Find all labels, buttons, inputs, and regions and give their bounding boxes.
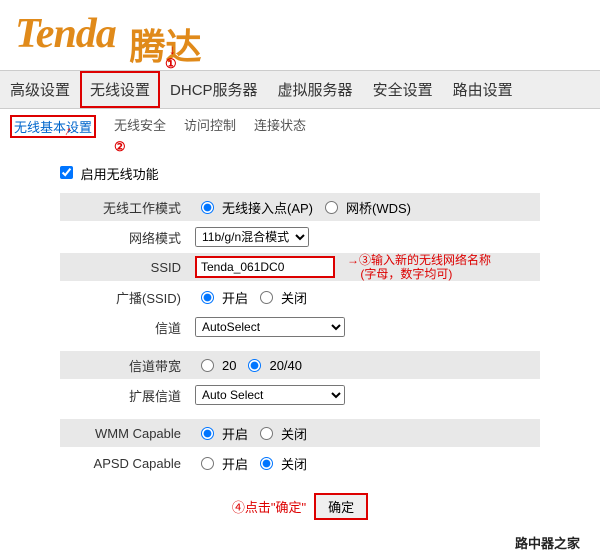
subtab-access[interactable]: 访问控制: [184, 115, 236, 138]
bottom-actions: ④点击"确定" 确定: [60, 493, 540, 520]
apsd-close-text: 关闭: [281, 454, 307, 473]
tab-security[interactable]: 安全设置: [363, 71, 443, 108]
bw-20-radio[interactable]: [201, 359, 214, 372]
main-nav: 高级设置 无线设置 DHCP服务器 虚拟服务器 安全设置 路由设置: [0, 70, 600, 109]
wmm-open-radio[interactable]: [201, 427, 214, 440]
bandwidth-label: 信道带宽: [60, 356, 195, 375]
work-mode-label: 无线工作模式: [60, 198, 195, 217]
annotation-3: →③输入新的无线网络名称 (字母，数字均可): [347, 253, 491, 281]
work-mode-ap-text: 无线接入点(AP): [222, 198, 313, 217]
bw-2040-text: 20/40: [269, 358, 302, 373]
broadcast-label: 广播(SSID): [60, 288, 195, 307]
ssid-label: SSID: [60, 260, 195, 275]
channel-label: 信道: [60, 318, 195, 337]
work-mode-wds-text: 网桥(WDS): [346, 198, 411, 217]
bw-20-text: 20: [222, 358, 236, 373]
tab-routing[interactable]: 路由设置: [443, 71, 523, 108]
content-panel: 启用无线功能 无线工作模式 无线接入点(AP) 网桥(WDS) 网络模式 11b…: [0, 144, 600, 530]
wmm-open-text: 开启: [222, 424, 248, 443]
tab-wireless[interactable]: 无线设置: [80, 71, 160, 108]
subtab-basic[interactable]: 无线基本设置: [10, 115, 96, 138]
subtab-status[interactable]: 连接状态: [254, 115, 306, 138]
tab-dhcp[interactable]: DHCP服务器: [160, 71, 268, 108]
net-mode-label: 网络模式: [60, 228, 195, 247]
annotation-4: ④点击"确定": [232, 497, 306, 516]
apsd-label: APSD Capable: [60, 456, 195, 471]
work-mode-ap-radio[interactable]: [201, 201, 214, 214]
net-mode-select[interactable]: 11b/g/n混合模式: [195, 227, 309, 247]
tab-advanced[interactable]: 高级设置: [0, 71, 80, 108]
work-mode-wds-radio[interactable]: [325, 201, 338, 214]
wmm-close-radio[interactable]: [260, 427, 273, 440]
footer-brand: 路中器之家: [515, 533, 580, 552]
ext-channel-select[interactable]: Auto Select: [195, 385, 345, 405]
enable-wireless-label: 启用无线功能: [81, 167, 159, 182]
tab-virtual[interactable]: 虚拟服务器: [268, 71, 363, 108]
apsd-open-radio[interactable]: [201, 457, 214, 470]
ok-button[interactable]: 确定: [314, 493, 368, 520]
logo-en: Tenda: [15, 11, 116, 57]
broadcast-open-text: 开启: [222, 288, 248, 307]
bw-2040-radio[interactable]: [248, 359, 261, 372]
broadcast-close-text: 关闭: [281, 288, 307, 307]
broadcast-close-radio[interactable]: [260, 291, 273, 304]
enable-wireless-row: 启用无线功能: [60, 164, 540, 183]
annotation-2: ②: [114, 139, 126, 155]
wmm-close-text: 关闭: [281, 424, 307, 443]
apsd-open-text: 开启: [222, 454, 248, 473]
logo-area: Tenda 腾达 ①: [0, 0, 600, 70]
ssid-input[interactable]: [195, 256, 335, 278]
annotation-1: ①: [165, 56, 177, 72]
apsd-close-radio[interactable]: [260, 457, 273, 470]
broadcast-open-radio[interactable]: [201, 291, 214, 304]
channel-select[interactable]: AutoSelect: [195, 317, 345, 337]
wmm-label: WMM Capable: [60, 426, 195, 441]
subtab-security[interactable]: 无线安全: [114, 115, 166, 138]
ext-channel-label: 扩展信道: [60, 386, 195, 405]
sub-nav: 无线基本设置 无线安全 访问控制 连接状态 ②: [0, 109, 600, 144]
enable-wireless-checkbox[interactable]: [60, 166, 73, 179]
